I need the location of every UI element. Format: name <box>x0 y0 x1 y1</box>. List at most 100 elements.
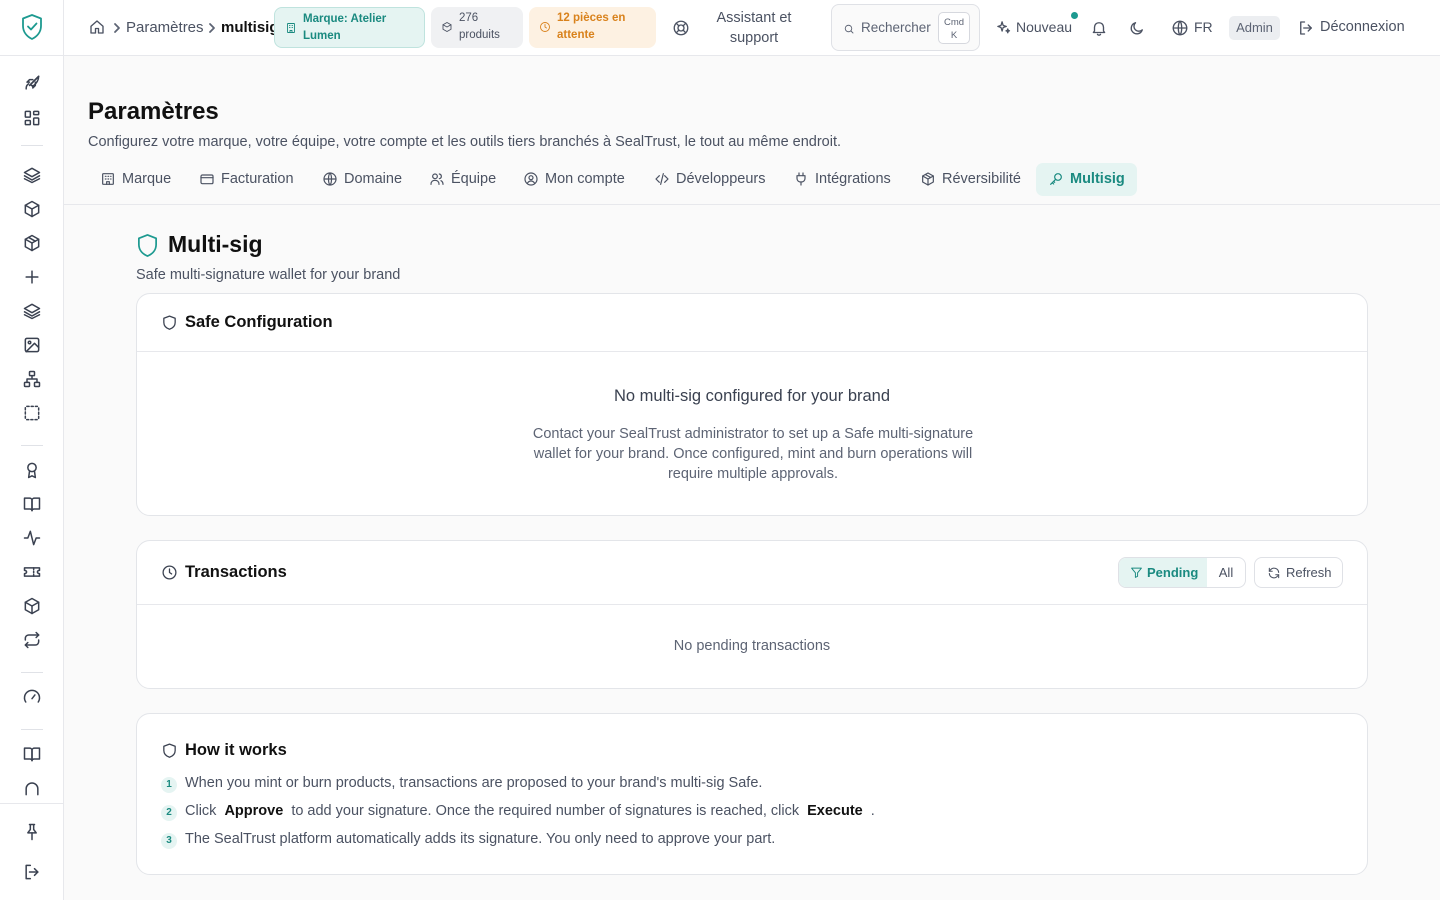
sidebar-divider <box>21 145 43 146</box>
image-icon[interactable] <box>22 335 42 355</box>
tab-label: Facturation <box>221 171 294 187</box>
activity-icon[interactable] <box>22 528 42 548</box>
shield-icon <box>136 233 159 258</box>
sidebar-header-divider <box>0 55 64 56</box>
tab-label: Domaine <box>344 171 403 187</box>
whats-new-button[interactable]: Nouveau <box>1016 19 1072 35</box>
lifebuoy-icon[interactable] <box>672 19 690 37</box>
help-support-link[interactable]: Assistant et support <box>704 8 804 48</box>
sitemap-icon[interactable] <box>22 369 42 389</box>
book-icon[interactable] <box>22 494 42 514</box>
bell-icon[interactable] <box>1090 19 1108 37</box>
step-text: Click Approve to add your signature. Onc… <box>185 803 875 819</box>
box-icon[interactable] <box>22 199 42 219</box>
card-header: Transactions Pending All Refresh <box>137 541 1367 605</box>
layers-icon[interactable] <box>22 301 42 321</box>
rocket-icon[interactable] <box>22 73 42 93</box>
plug-icon <box>793 171 809 187</box>
settings-header: Paramètres Configurez votre marque, votr… <box>64 56 1440 205</box>
award-icon[interactable] <box>22 460 42 480</box>
gauge-icon[interactable] <box>22 687 42 707</box>
logout-icon[interactable] <box>22 862 42 882</box>
users-icon <box>429 171 445 187</box>
filter-pending-button[interactable]: Pending <box>1119 558 1207 587</box>
search-placeholder: Rechercher <box>861 20 931 35</box>
layers-icon[interactable] <box>22 165 42 185</box>
tab-label: Multisig <box>1070 171 1125 187</box>
pin-icon[interactable] <box>22 822 42 842</box>
step-number: 2 <box>161 805 177 821</box>
waiting-pill-label: 12 pièces en attente <box>557 12 626 41</box>
package-icon <box>920 171 936 187</box>
tab-mon-compte[interactable]: Mon compte <box>511 163 637 196</box>
breadcrumb-parent[interactable]: Paramètres <box>126 19 204 36</box>
globe-icon <box>322 171 338 187</box>
tab-developpeurs[interactable]: Développeurs <box>642 163 777 196</box>
plus-icon[interactable] <box>22 267 42 287</box>
sidebar-divider <box>21 729 43 730</box>
package-icon[interactable] <box>22 596 42 616</box>
tab-reversibilite[interactable]: Réversibilité <box>908 163 1033 196</box>
refresh-label: Refresh <box>1286 565 1332 580</box>
card-title: Safe Configuration <box>185 313 333 331</box>
role-badge: Admin <box>1229 16 1280 40</box>
refresh-button[interactable]: Refresh <box>1254 557 1343 588</box>
globe-icon[interactable] <box>1171 19 1189 37</box>
shield-icon <box>161 742 178 759</box>
tab-domaine[interactable]: Domaine <box>310 163 414 196</box>
home-icon[interactable] <box>88 18 106 36</box>
moon-icon[interactable] <box>1128 19 1146 37</box>
transaction-filter: Pending All <box>1118 557 1246 588</box>
shield-check-icon[interactable] <box>20 13 44 41</box>
ticket-icon[interactable] <box>22 562 42 582</box>
sidebar-divider <box>21 445 43 446</box>
step-number: 3 <box>161 833 177 849</box>
logout-icon[interactable] <box>1297 19 1315 37</box>
credit-card-icon <box>199 171 215 187</box>
products-pill[interactable]: 276 produits <box>431 7 523 48</box>
dashed-square-icon[interactable] <box>22 403 42 423</box>
brand-pill-label: Marque: Atelier Lumen <box>303 13 387 42</box>
tab-facturation[interactable]: Facturation <box>187 163 306 196</box>
page-title: Paramètres <box>88 98 219 125</box>
tab-label: Équipe <box>451 171 497 187</box>
tab-label: Mon compte <box>545 171 625 187</box>
key-icon <box>1048 171 1064 187</box>
empty-state-text: Contact your SealTrust administrator to … <box>532 426 974 482</box>
book-icon[interactable] <box>22 744 42 764</box>
arch-icon[interactable] <box>22 778 42 798</box>
sidebar-divider <box>21 672 43 673</box>
execute-keyword: Execute <box>807 803 863 819</box>
box-icon[interactable] <box>22 233 42 253</box>
code-icon <box>654 171 670 187</box>
logout-button[interactable]: Déconnexion <box>1320 19 1405 35</box>
filter-all-button[interactable]: All <box>1207 558 1245 587</box>
step-text: When you mint or burn products, transact… <box>185 775 763 791</box>
building-icon <box>100 171 116 187</box>
search-button[interactable]: Rechercher Cmd K <box>831 4 980 51</box>
step-number: 1 <box>161 777 177 793</box>
top-header: Paramètres multisig Marque: Atelier Lume… <box>64 0 1440 56</box>
box-icon <box>441 21 453 33</box>
sidebar <box>0 0 64 900</box>
brand-pill[interactable]: Marque: Atelier Lumen <box>274 7 425 48</box>
tab-multisig[interactable]: Multisig <box>1036 163 1137 196</box>
card-header: Safe Configuration <box>137 294 1367 352</box>
shield-icon <box>161 314 178 331</box>
language-selector[interactable]: FR <box>1194 19 1213 35</box>
how-it-works-card: How it works 1 When you mint or burn pro… <box>136 713 1368 875</box>
tab-marque[interactable]: Marque <box>88 163 183 196</box>
page-subtitle: Configurez votre marque, votre équipe, v… <box>88 134 842 150</box>
transactions-card: Transactions Pending All Refresh No pend… <box>136 540 1368 689</box>
clock-icon <box>161 564 178 581</box>
notification-dot <box>1071 12 1078 19</box>
waiting-pill[interactable]: 12 pièces en attente <box>529 7 656 48</box>
dashboard-icon[interactable] <box>22 108 42 128</box>
tab-equipe[interactable]: Équipe <box>417 163 508 196</box>
sidebar-footer-divider <box>0 803 64 804</box>
sparkles-icon[interactable] <box>995 19 1012 36</box>
tab-integrations[interactable]: Intégrations <box>781 163 903 196</box>
section-subtitle: Safe multi-signature wallet for your bra… <box>136 267 401 283</box>
repeat-icon[interactable] <box>22 630 42 650</box>
chevron-right-icon <box>206 22 218 34</box>
